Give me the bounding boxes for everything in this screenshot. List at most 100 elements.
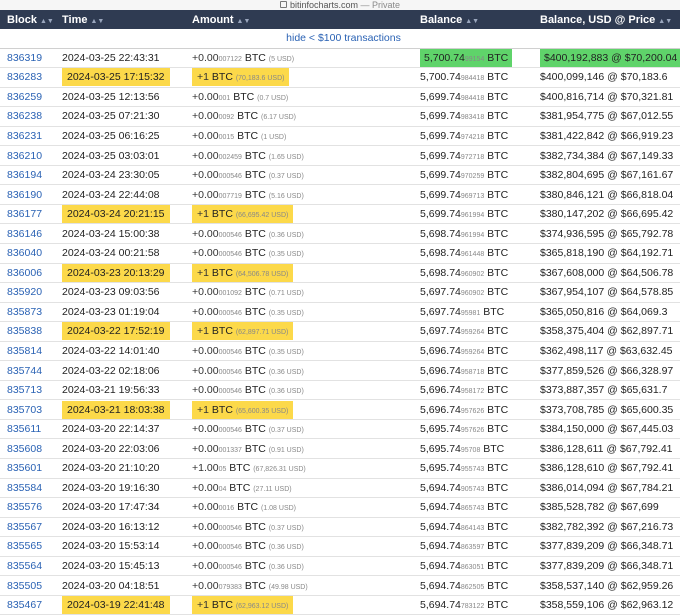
- time-cell: 2024-03-21 19:56:33: [55, 380, 185, 401]
- sort-icon[interactable]: ▲▼: [40, 18, 54, 25]
- block-link[interactable]: 835467: [7, 599, 42, 611]
- balance-value: 5,700.74984418 BTC: [420, 71, 509, 84]
- block-cell[interactable]: 836231: [0, 126, 55, 147]
- balance-value: 5,699.74970259 BTC: [420, 169, 509, 182]
- balance-value: 5,698.74961448 BTC: [420, 247, 509, 260]
- block-link[interactable]: 835564: [7, 560, 42, 572]
- block-cell[interactable]: 835564: [0, 556, 55, 577]
- amount-value: +0.00000546 BTC (0.36 USD): [192, 227, 304, 240]
- balance-usd-value: $380,147,202 @ $66,695.42: [540, 208, 674, 221]
- block-cell[interactable]: 836190: [0, 184, 55, 205]
- block-cell[interactable]: 836283: [0, 67, 55, 88]
- table-row: 835584 2024-03-20 19:16:30 +0.0004 BTC (27…: [0, 478, 680, 499]
- block-link[interactable]: 835576: [7, 501, 42, 513]
- block-link[interactable]: 836146: [7, 228, 42, 240]
- block-cell[interactable]: 836238: [0, 106, 55, 127]
- block-link[interactable]: 835567: [7, 521, 42, 533]
- time-cell: 2024-03-25 12:13:56: [55, 87, 185, 108]
- block-link[interactable]: 836177: [7, 208, 42, 220]
- amount-value: +0.00000546 BTC (0.36 USD): [192, 364, 304, 377]
- block-link[interactable]: 835744: [7, 365, 42, 377]
- block-link[interactable]: 836238: [7, 110, 42, 122]
- block-link[interactable]: 836210: [7, 150, 42, 162]
- balance-value: 5,700.7499154 BTC: [420, 48, 513, 67]
- block-cell[interactable]: 836210: [0, 145, 55, 166]
- block-link[interactable]: 835920: [7, 286, 42, 298]
- block-cell[interactable]: 835713: [0, 380, 55, 401]
- block-link[interactable]: 836190: [7, 189, 42, 201]
- balance-usd-value: $382,782,392 @ $67,216.73: [540, 520, 674, 533]
- table-row: 836283 2024-03-25 17:15:32 +1 BTC (70,183.…: [0, 67, 680, 88]
- balance-cell: 5,694.74864143 BTC: [413, 517, 533, 538]
- block-link[interactable]: 835608: [7, 443, 42, 455]
- block-cell[interactable]: 835744: [0, 360, 55, 381]
- balance-cell: 5,696.74957626 BTC: [413, 399, 533, 420]
- browser-url-bar[interactable]: bitinfocharts.com — Private: [0, 0, 680, 10]
- balance-usd-value: $386,128,611 @ $67,792.41: [540, 442, 673, 455]
- block-link[interactable]: 835601: [7, 462, 42, 474]
- table-row: 835920 2024-03-23 09:03:56 +0.00001092 BTC…: [0, 282, 680, 303]
- col-header-time[interactable]: Time ▲▼: [55, 10, 185, 29]
- block-cell[interactable]: 836319: [0, 48, 55, 69]
- block-cell[interactable]: 835576: [0, 497, 55, 518]
- block-link[interactable]: 835703: [7, 404, 42, 416]
- balance-usd-cell: $386,014,094 @ $67,784.21: [533, 478, 680, 499]
- block-cell[interactable]: 835505: [0, 575, 55, 596]
- block-cell[interactable]: 835601: [0, 458, 55, 479]
- block-link[interactable]: 836319: [7, 52, 42, 64]
- block-cell[interactable]: 835814: [0, 341, 55, 362]
- balance-usd-value: $365,818,190 @ $64,192.71: [540, 247, 674, 260]
- sort-icon[interactable]: ▲▼: [90, 18, 104, 25]
- sort-icon[interactable]: ▲▼: [237, 18, 251, 25]
- col-header-balance-usd[interactable]: Balance, USD @ Price ▲▼: [533, 10, 680, 29]
- block-link[interactable]: 835814: [7, 345, 42, 357]
- block-cell[interactable]: 836259: [0, 87, 55, 108]
- balance-value: 5,695.7495708 BTC: [420, 442, 505, 455]
- col-header-block[interactable]: Block ▲▼: [0, 10, 55, 29]
- balance-usd-cell: $400,816,714 @ $70,321.81: [533, 87, 680, 108]
- amount-value: +0.00000546 BTC (0.37 USD): [192, 520, 304, 533]
- hide-small-transactions-link[interactable]: hide < $100 transactions: [286, 32, 401, 44]
- block-cell[interactable]: 836177: [0, 204, 55, 225]
- block-cell[interactable]: 835467: [0, 595, 55, 615]
- block-cell[interactable]: 836006: [0, 263, 55, 284]
- block-link[interactable]: 836040: [7, 247, 42, 259]
- amount-cell: +1 BTC (66,695.42 USD): [185, 204, 413, 225]
- block-link[interactable]: 835838: [7, 325, 42, 337]
- block-cell[interactable]: 836146: [0, 223, 55, 245]
- balance-usd-cell: $382,734,384 @ $67,149.33: [533, 145, 680, 166]
- block-cell[interactable]: 835611: [0, 419, 55, 440]
- block-link[interactable]: 835505: [7, 580, 42, 592]
- col-header-amount[interactable]: Amount ▲▼: [185, 10, 413, 29]
- amount-value: +0.00002459 BTC (1.65 USD): [192, 149, 304, 162]
- block-cell[interactable]: 835920: [0, 282, 55, 303]
- block-link[interactable]: 836259: [7, 91, 42, 103]
- sort-icon[interactable]: ▲▼: [658, 18, 672, 25]
- block-link[interactable]: 836194: [7, 169, 42, 181]
- block-cell[interactable]: 835703: [0, 399, 55, 420]
- sort-icon[interactable]: ▲▼: [465, 18, 479, 25]
- block-cell[interactable]: 835565: [0, 536, 55, 557]
- block-cell[interactable]: 836194: [0, 165, 55, 186]
- block-cell[interactable]: 835584: [0, 478, 55, 499]
- balance-cell: 5,695.74955743 BTC: [413, 458, 533, 479]
- block-link[interactable]: 835584: [7, 482, 42, 494]
- time-text: 2024-03-20 15:45:13: [62, 560, 160, 573]
- block-link[interactable]: 835611: [7, 423, 41, 435]
- block-link[interactable]: 836283: [7, 71, 42, 83]
- table-row: 835873 2024-03-23 01:19:04 +0.00000546 BTC…: [0, 302, 680, 323]
- block-link[interactable]: 835565: [7, 540, 42, 552]
- block-link[interactable]: 835713: [7, 384, 42, 396]
- block-cell[interactable]: 835608: [0, 438, 55, 460]
- block-cell[interactable]: 835567: [0, 517, 55, 538]
- balance-value: 5,699.74969713 BTC: [420, 188, 509, 201]
- col-header-balance[interactable]: Balance ▲▼: [413, 10, 533, 29]
- block-link[interactable]: 836231: [7, 130, 42, 142]
- amount-value: +0.00000546 BTC (0.36 USD): [192, 560, 304, 573]
- block-cell[interactable]: 836040: [0, 243, 55, 264]
- block-cell[interactable]: 835838: [0, 321, 55, 342]
- block-cell[interactable]: 835873: [0, 302, 55, 323]
- block-link[interactable]: 836006: [7, 267, 42, 279]
- block-link[interactable]: 835873: [7, 306, 42, 318]
- time-cell: 2024-03-20 15:45:13: [55, 556, 185, 577]
